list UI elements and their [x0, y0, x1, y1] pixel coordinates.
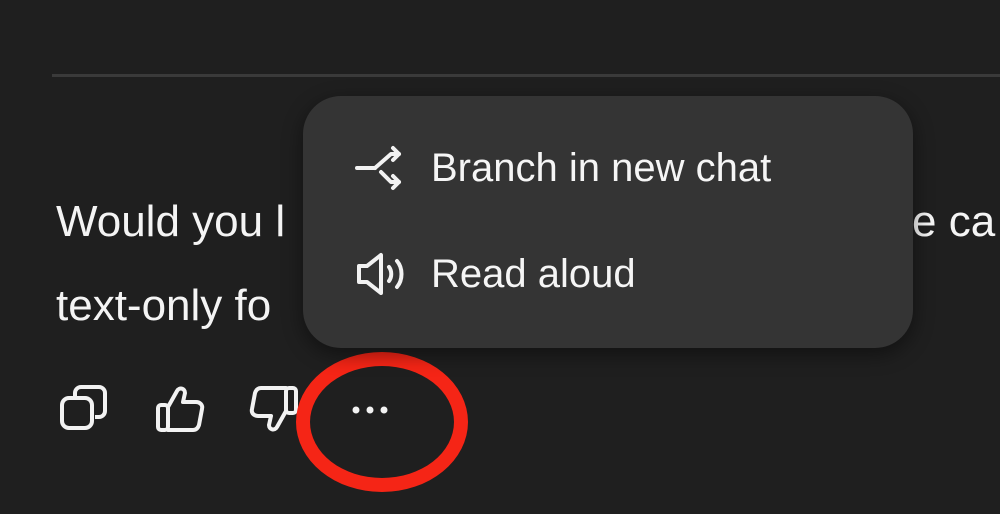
speaker-icon [357, 253, 404, 295]
message-line-1-start: Would you l [56, 197, 286, 246]
thumbs-up-button[interactable] [152, 381, 208, 437]
menu-item-branch-in-new-chat[interactable]: Branch in new chat [325, 126, 891, 210]
message-line-1-end: e ca [912, 197, 996, 246]
more-options-button[interactable] [342, 381, 398, 437]
message-divider [52, 74, 1000, 77]
thumbs-down-button[interactable] [246, 381, 302, 437]
thumbs-up-icon [156, 386, 205, 432]
menu-item-label: Branch in new chat [431, 146, 772, 190]
thumbs-down-icon [249, 386, 298, 432]
menu-item-read-aloud[interactable]: Read aloud [325, 232, 891, 316]
copy-icon [60, 385, 107, 430]
branch-icon [355, 146, 401, 190]
more-options-menu: Branch in new chat Read aloud [303, 96, 913, 348]
copy-button[interactable] [56, 381, 112, 437]
menu-item-label: Read aloud [431, 252, 636, 296]
message-line-2-start: text-only fo [56, 281, 272, 330]
more-horizontal-icon [352, 406, 388, 414]
